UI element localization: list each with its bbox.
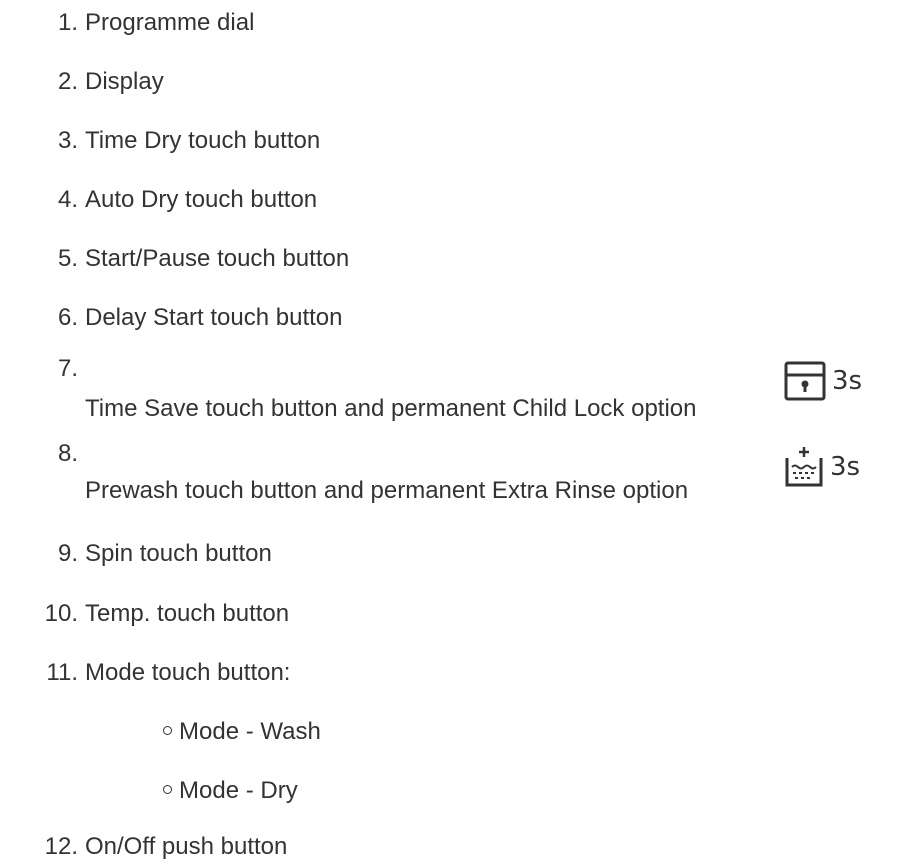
item-text: Spin touch button xyxy=(85,540,272,567)
circle-bullet-icon xyxy=(163,785,172,795)
circle-bullet-icon xyxy=(163,726,172,736)
list-item: 8. xyxy=(0,437,916,471)
child-lock-icon xyxy=(784,361,826,401)
list-item: 1. Programme dial xyxy=(0,6,916,40)
list-item: 7. xyxy=(0,352,916,386)
item-number: 9. xyxy=(57,540,78,567)
list-item-text-row: Time Save touch button and permanent Chi… xyxy=(0,392,916,426)
item-text: Delay Start touch button xyxy=(85,304,343,331)
item-text: Time Save touch button and permanent Chi… xyxy=(85,395,697,422)
list-item: 10. Temp. touch button xyxy=(0,597,916,631)
hold-duration-label: 3s xyxy=(832,366,863,396)
sub-item-text: Mode - Dry xyxy=(179,777,298,804)
hold-duration-label: 3s xyxy=(830,452,861,482)
item-number: 8. xyxy=(57,440,78,467)
item-text: Display xyxy=(85,68,164,95)
sub-list-item: Mode - Wash xyxy=(163,715,321,749)
item-text: Temp. touch button xyxy=(85,600,290,627)
item-number: 12. xyxy=(44,833,78,860)
sub-list-item: Mode - Dry xyxy=(163,774,298,808)
item-number: 6. xyxy=(57,304,78,331)
list-item: 4. Auto Dry touch button xyxy=(0,183,916,217)
extra-rinse-icon xyxy=(785,447,823,487)
item-number: 1. xyxy=(57,9,78,36)
item-number: 4. xyxy=(57,186,78,213)
list-item: 9. Spin touch button xyxy=(0,537,916,571)
item-number: 3. xyxy=(57,127,78,154)
list-item: 5. Start/Pause touch button xyxy=(0,242,916,276)
item-number: 2. xyxy=(57,68,78,95)
list-item: 11. Mode touch button: xyxy=(0,656,916,690)
item-text: Time Dry touch button xyxy=(85,127,321,154)
sub-item-text: Mode - Wash xyxy=(179,718,321,745)
list-item: 2. Display xyxy=(0,65,916,99)
child-lock-option: 3s xyxy=(784,356,862,406)
item-number: 7. xyxy=(57,355,78,382)
item-text: Mode touch button: xyxy=(85,659,291,686)
item-number: 5. xyxy=(57,245,78,272)
item-text: Programme dial xyxy=(85,9,255,36)
extra-rinse-option: 3s xyxy=(784,442,860,492)
item-text: On/Off push button xyxy=(85,833,288,860)
list-item: 12. On/Off push button xyxy=(0,830,916,864)
list-item: 6. Delay Start touch button xyxy=(0,301,916,335)
list-item-text-row: Prewash touch button and permanent Extra… xyxy=(0,474,916,508)
item-number: 10. xyxy=(44,600,78,627)
item-number: 11. xyxy=(46,659,78,686)
item-text: Auto Dry touch button xyxy=(85,186,318,213)
list-item: 3. Time Dry touch button xyxy=(0,124,916,158)
item-text: Start/Pause touch button xyxy=(85,245,350,272)
item-text: Prewash touch button and permanent Extra… xyxy=(85,477,689,504)
